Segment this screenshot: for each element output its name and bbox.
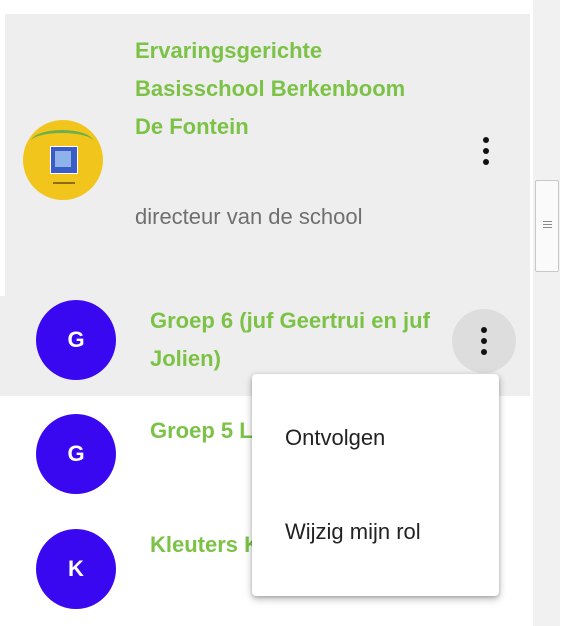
avatar: K: [36, 529, 116, 609]
avatar: G: [36, 414, 116, 494]
scrollbar[interactable]: [530, 0, 563, 626]
context-menu: Ontvolgen Wijzig mijn rol: [252, 374, 499, 596]
scrollbar-thumb[interactable]: [535, 180, 559, 272]
scrollbar-track[interactable]: [533, 0, 560, 626]
menu-item-unfollow[interactable]: Ontvolgen: [252, 408, 499, 468]
school-role: directeur van de school: [135, 204, 363, 229]
logo-line: [53, 182, 75, 184]
more-options-button-school[interactable]: [454, 119, 518, 183]
page: Ervaringsgerichte Basisschool Berkenboom…: [0, 0, 563, 626]
more-vertical-icon: [481, 327, 487, 333]
list-item-school[interactable]: Ervaringsgerichte Basisschool Berkenboom…: [5, 14, 530, 296]
avatar: G: [36, 300, 116, 380]
menu-item-change-role[interactable]: Wijzig mijn rol: [252, 502, 499, 562]
more-vertical-icon: [483, 137, 489, 143]
school-name[interactable]: Ervaringsgerichte Basisschool Berkenboom…: [135, 32, 435, 146]
school-logo: [23, 120, 103, 200]
group-name[interactable]: Groep 6 (juf Geertrui en juf Jolien): [150, 302, 460, 378]
logo-square-inner: [55, 151, 71, 167]
more-options-button-groep-6[interactable]: [452, 309, 516, 373]
grip-icon: [543, 221, 552, 222]
